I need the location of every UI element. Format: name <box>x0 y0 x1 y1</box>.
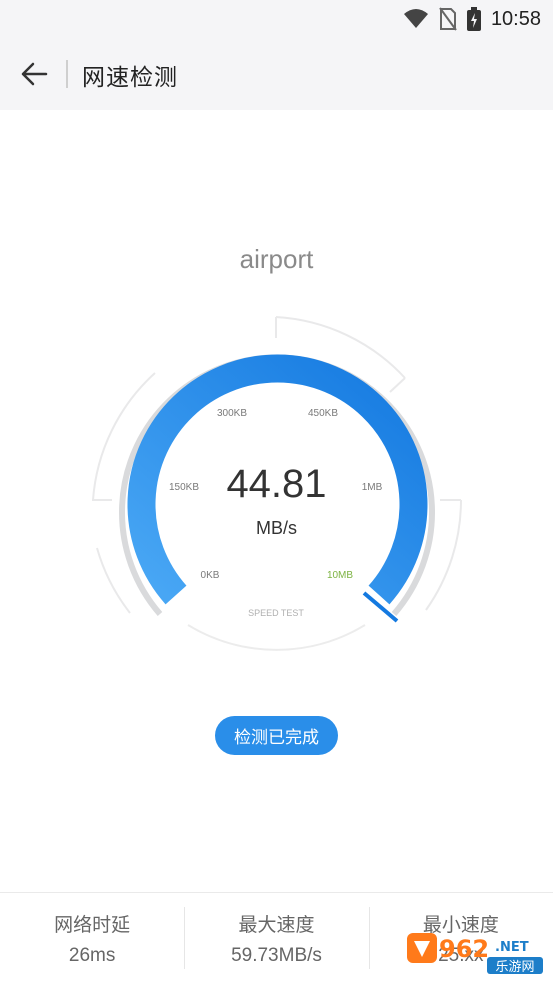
wifi-icon <box>403 9 428 28</box>
gauge-tick-label: 0KB <box>201 570 220 581</box>
arrow-left-icon <box>21 62 48 86</box>
gauge-caption: SPEED TEST <box>248 608 304 618</box>
stat-value: 26ms <box>68 944 116 966</box>
speed-unit: MB/s <box>255 518 297 538</box>
stat-label: 最大速度 <box>238 913 315 936</box>
stat-label: 网络时延 <box>54 913 131 936</box>
title-divider <box>66 60 68 88</box>
stat-latency: 网络时延 26ms <box>0 893 184 983</box>
network-name: airport <box>239 244 314 274</box>
app-bar: 网速检测 <box>0 38 553 110</box>
svg-text:乐游网: 乐游网 <box>495 960 534 975</box>
page-title: 网速检测 <box>82 65 178 91</box>
gauge-outer-segment-left-lower <box>96 547 131 614</box>
gauge-tick-label-highlight: 10MB <box>327 570 353 581</box>
gauge-tick-label: 300KB <box>217 408 247 419</box>
clock: 10:58 <box>490 7 541 30</box>
stat-value: 59.73MB/s <box>231 944 322 966</box>
svg-text:.NET: .NET <box>495 940 529 955</box>
gauge-tick-label: 450KB <box>308 408 338 419</box>
back-button[interactable] <box>14 54 54 94</box>
svg-text:962: 962 <box>439 935 489 963</box>
watermark-logo: 962 .NET 乐游网 <box>407 933 543 975</box>
stat-max-speed: 最大速度 59.73MB/s <box>184 893 368 983</box>
battery-charging-icon <box>466 7 481 31</box>
speed-value: 44.81 <box>226 462 327 506</box>
status-bar: 10:58 <box>0 0 553 38</box>
gauge-bottom-arc <box>187 624 366 651</box>
test-complete-button[interactable]: 检测已完成 <box>215 716 338 755</box>
status-icons: 10:58 <box>403 6 541 32</box>
no-sim-icon <box>439 7 457 31</box>
